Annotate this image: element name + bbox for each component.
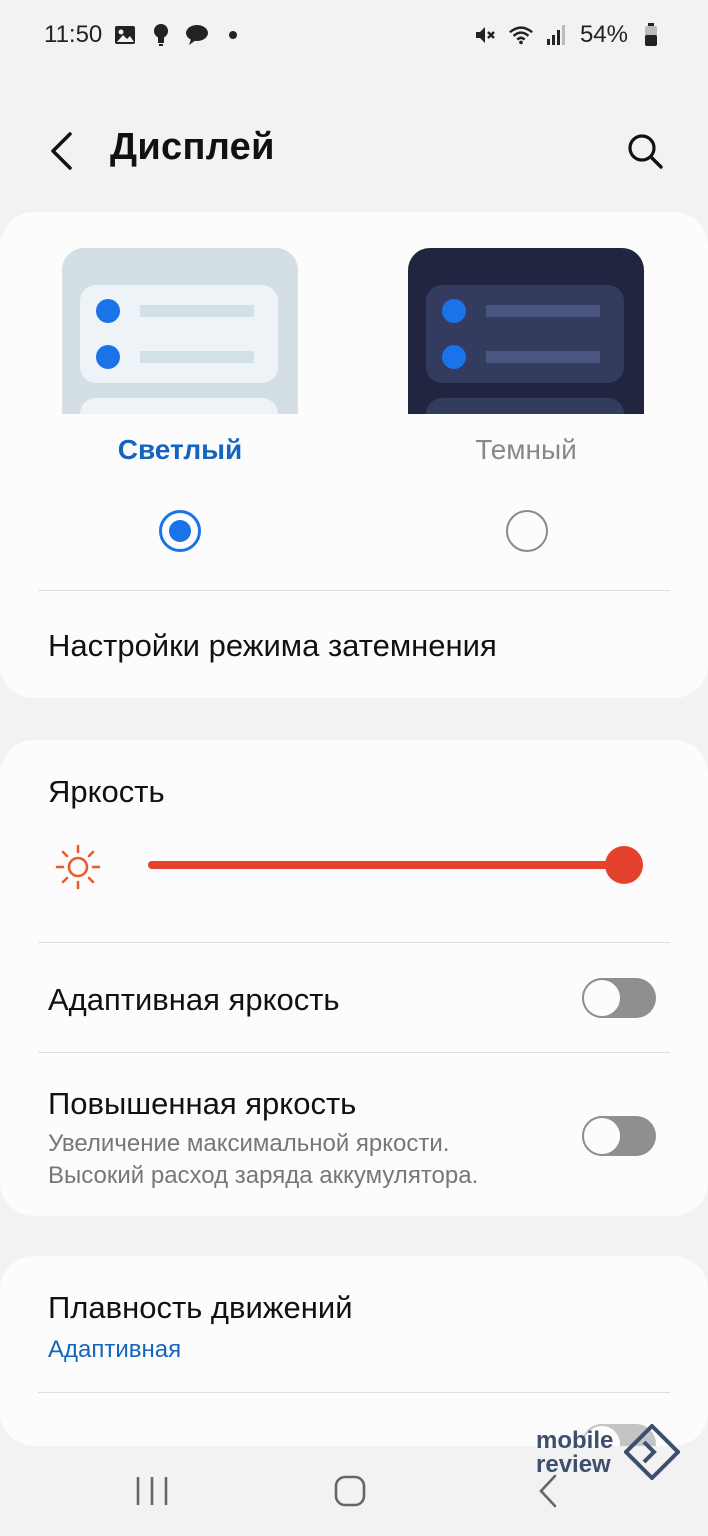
dark-mode-settings-item[interactable]: Настройки режима затемнения xyxy=(48,628,497,664)
motion-smoothness-value: Адаптивная xyxy=(48,1336,182,1363)
page-title: Дисплей xyxy=(110,126,275,168)
battery-percent: 54% xyxy=(579,21,628,48)
brightness-slider-fill xyxy=(148,861,624,869)
back-button[interactable] xyxy=(38,128,84,174)
wifi-icon xyxy=(508,22,534,48)
divider xyxy=(38,590,670,591)
status-time: 11:50 xyxy=(44,21,103,48)
brightness-label: Яркость xyxy=(48,774,165,809)
extra-brightness-label[interactable]: Повышенная яркость xyxy=(48,1086,356,1122)
recent-apps-button[interactable] xyxy=(122,1466,182,1516)
preview-dot xyxy=(96,299,120,323)
preview-line xyxy=(140,305,254,317)
light-theme-label[interactable]: Светлый xyxy=(62,434,298,466)
watermark-line-2: review xyxy=(536,1451,611,1478)
brightness-slider-thumb[interactable] xyxy=(605,846,643,884)
preview-panel xyxy=(426,285,624,383)
preview-line xyxy=(140,351,254,363)
signal-icon xyxy=(544,22,570,48)
light-theme-preview[interactable] xyxy=(62,248,298,414)
extra-brightness-subtitle-1: Увеличение максимальной яркости. xyxy=(48,1130,450,1157)
home-icon xyxy=(334,1475,366,1507)
status-right: 54% xyxy=(472,21,664,49)
preview-dot xyxy=(442,345,466,369)
recent-apps-icon xyxy=(136,1477,168,1505)
status-left: 11:50 xyxy=(44,21,246,49)
dot-icon xyxy=(220,22,246,48)
preview-panel xyxy=(426,398,624,414)
watermark-logo-icon xyxy=(624,1424,680,1480)
chevron-left-icon xyxy=(51,132,72,170)
theme-card: Светлый Темный Настройки режима затемнен… xyxy=(0,212,708,698)
gallery-icon xyxy=(112,22,138,48)
chat-icon xyxy=(184,22,210,48)
battery-icon xyxy=(638,22,664,48)
search-button[interactable] xyxy=(620,126,670,176)
app-header: Дисплей xyxy=(0,100,708,200)
brightness-slider[interactable] xyxy=(148,861,624,869)
adaptive-brightness-label[interactable]: Адаптивная яркость xyxy=(48,982,340,1018)
home-button[interactable] xyxy=(320,1466,380,1516)
motion-smoothness-label[interactable]: Плавность движений xyxy=(48,1290,353,1326)
extra-brightness-toggle[interactable] xyxy=(582,1116,656,1156)
preview-panel xyxy=(80,285,278,383)
divider xyxy=(38,1392,670,1393)
preview-dot xyxy=(442,299,466,323)
sun-icon xyxy=(55,844,101,890)
dark-theme-preview[interactable] xyxy=(408,248,644,414)
divider xyxy=(38,942,670,943)
dark-theme-label[interactable]: Темный xyxy=(408,434,644,466)
toggle-knob xyxy=(582,978,622,1018)
divider xyxy=(38,1052,670,1053)
extra-brightness-subtitle-2: Высокий расход заряда аккумулятора. xyxy=(48,1162,479,1189)
bulb-icon xyxy=(148,22,174,48)
mute-icon xyxy=(472,22,498,48)
dark-theme-radio[interactable] xyxy=(506,510,548,552)
preview-panel xyxy=(80,398,278,414)
search-icon xyxy=(628,134,663,169)
watermark: mobile review xyxy=(536,1424,686,1484)
motion-card: Плавность движений Адаптивная xyxy=(0,1256,708,1446)
preview-line xyxy=(486,305,600,317)
preview-dot xyxy=(96,345,120,369)
light-theme-radio[interactable] xyxy=(159,510,201,552)
toggle-knob xyxy=(582,1116,622,1156)
brightness-card: Яркость Адаптивная яркость Повышенная яр… xyxy=(0,740,708,1216)
status-bar: 11:50 54% xyxy=(0,0,708,70)
adaptive-brightness-toggle[interactable] xyxy=(582,978,656,1018)
watermark-line-1: mobile xyxy=(536,1427,614,1454)
preview-line xyxy=(486,351,600,363)
